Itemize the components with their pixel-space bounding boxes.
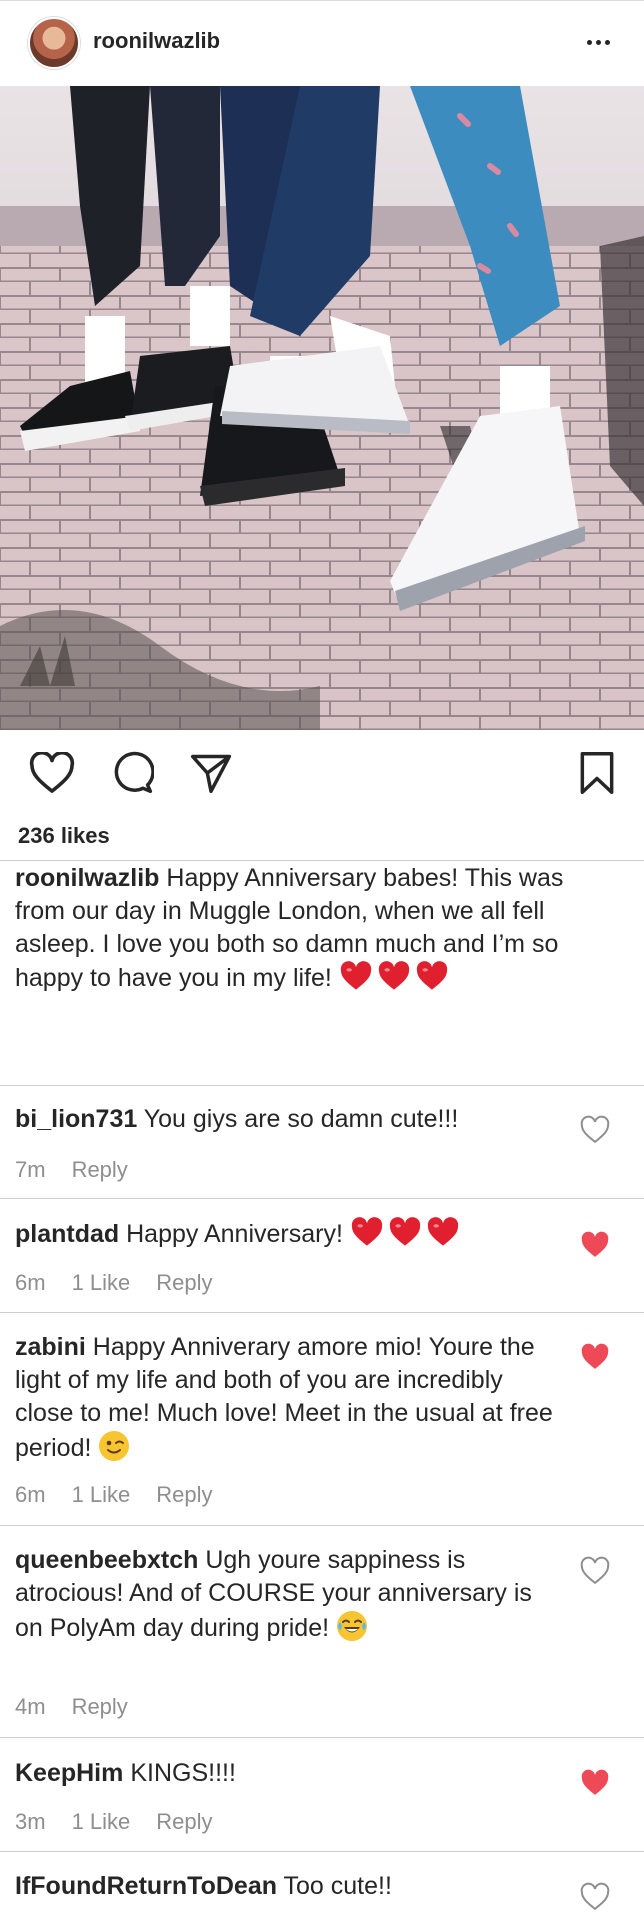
more-icon[interactable] (578, 27, 618, 57)
comment-like-count[interactable]: 1 Like (72, 1482, 131, 1508)
heart-filled-icon[interactable] (580, 1230, 610, 1260)
divider (0, 1198, 644, 1199)
comment-time: 6m (15, 1482, 46, 1507)
comment-text: You giys are so damn cute!!! (143, 1105, 459, 1133)
heart-icon[interactable] (27, 748, 77, 798)
comment-item: zabini Happy Anniverary amore mio! Youre… (15, 1331, 555, 1465)
comment-item: plantdad Happy Anniversary! (15, 1217, 555, 1251)
divider (0, 860, 644, 861)
comment-like-count[interactable]: 1 Like (72, 1809, 131, 1835)
avatar[interactable] (28, 17, 80, 69)
reply-button[interactable]: Reply (156, 1809, 212, 1835)
comment-like-count[interactable]: 1 Like (72, 1270, 131, 1296)
comment-meta: 4m Reply (15, 1694, 128, 1720)
comment-text: Happy Anniverary amore mio! Youre the li… (15, 1333, 553, 1462)
divider (0, 1737, 644, 1738)
like-count[interactable]: 236 likes (18, 823, 110, 849)
winking-face-icon (99, 1431, 130, 1461)
heart-filled-icon[interactable] (580, 1342, 610, 1372)
comment-item: queenbeebxtch Ugh youre sappiness is atr… (15, 1544, 555, 1645)
comment-username[interactable]: queenbeebxtch (15, 1546, 198, 1574)
comment-text: KINGS!!!! (130, 1759, 236, 1787)
divider (0, 1851, 644, 1852)
reply-button[interactable]: Reply (156, 1482, 212, 1508)
comment-time: 4m (15, 1694, 46, 1719)
heart-emoji-icons (339, 961, 453, 992)
comment-meta: 7m Reply (15, 1157, 128, 1183)
comment-icon[interactable] (107, 748, 157, 798)
divider (0, 1085, 644, 1086)
heart-emoji-icons (350, 1217, 464, 1248)
post-caption: roonilwazlib Happy Anniversary babes! Th… (15, 862, 575, 995)
comment-text: Happy Anniversary! (126, 1220, 343, 1248)
comment-username[interactable]: bi_lion731 (15, 1105, 137, 1133)
heart-filled-icon[interactable] (580, 1768, 610, 1798)
comment-username[interactable]: zabini (15, 1333, 86, 1361)
comment-item: IfFoundReturnToDean Too cute!! (15, 1870, 555, 1903)
comment-username[interactable]: KeepHim (15, 1759, 123, 1787)
comment-time: 7m (15, 1157, 46, 1182)
divider (0, 1312, 644, 1313)
laughing-crying-face-icon (337, 1611, 368, 1641)
caption-username[interactable]: roonilwazlib (15, 864, 159, 892)
comment-time: 6m (15, 1270, 46, 1295)
share-icon[interactable] (186, 748, 236, 798)
comment-item: KeepHim KINGS!!!! (15, 1757, 555, 1790)
bookmark-icon[interactable] (572, 748, 622, 798)
reply-button[interactable]: Reply (156, 1270, 212, 1296)
post-photo[interactable] (0, 86, 644, 730)
heart-outline-icon[interactable] (580, 1882, 610, 1912)
comment-item: bi_lion731 You giys are so damn cute!!! (15, 1103, 555, 1136)
post-actions (0, 740, 644, 806)
comment-meta: 6m 1 Like Reply (15, 1270, 213, 1296)
heart-outline-icon[interactable] (580, 1556, 610, 1586)
post-header: roonilwazlib (0, 0, 644, 86)
reply-button[interactable]: Reply (72, 1694, 128, 1720)
comment-username[interactable]: IfFoundReturnToDean (15, 1872, 277, 1900)
heart-outline-icon[interactable] (580, 1115, 610, 1145)
comment-text: Too cute!! (283, 1872, 392, 1900)
post-username[interactable]: roonilwazlib (93, 28, 220, 54)
comment-username[interactable]: plantdad (15, 1220, 119, 1248)
divider (0, 1525, 644, 1526)
comment-meta: 3m 1 Like Reply (15, 1809, 213, 1835)
comment-meta: 6m 1 Like Reply (15, 1482, 213, 1508)
comment-time: 3m (15, 1809, 46, 1834)
reply-button[interactable]: Reply (72, 1157, 128, 1183)
